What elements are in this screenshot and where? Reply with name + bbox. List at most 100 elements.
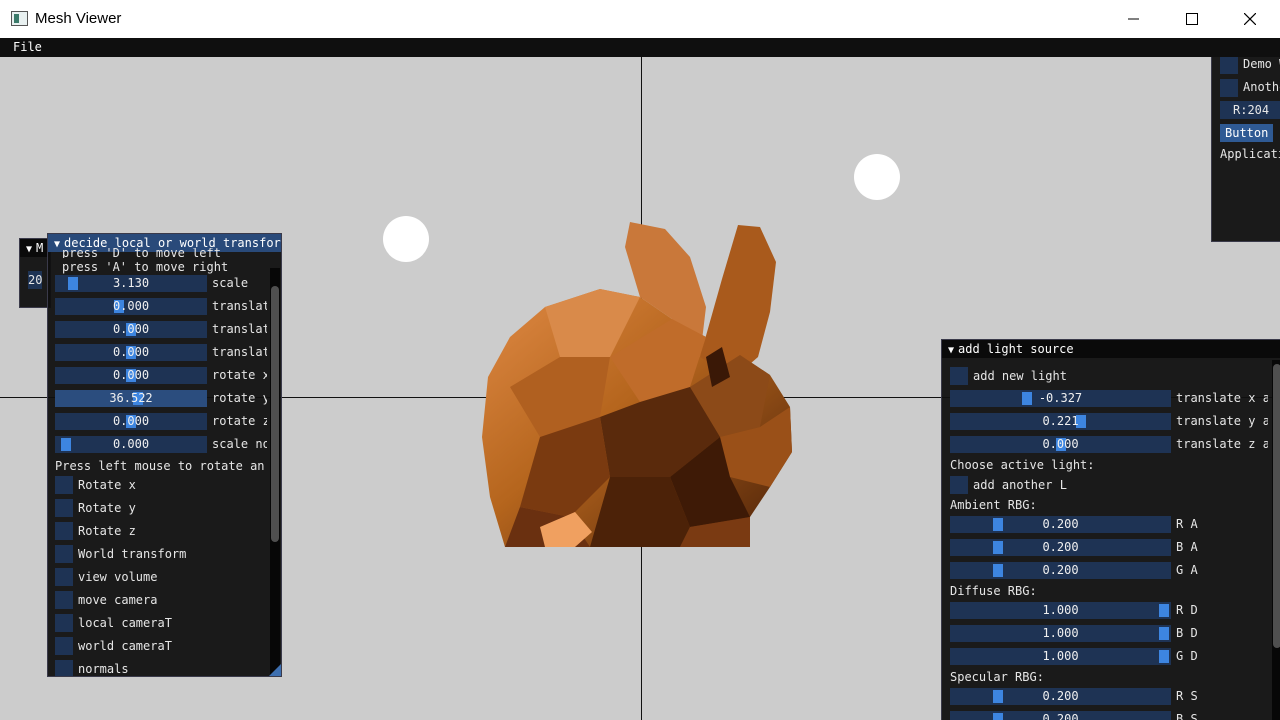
small-window-title: M — [36, 241, 44, 255]
light-panel[interactable]: ▼ add light source add new light -0.327 tr… — [941, 339, 1280, 720]
slider[interactable]: 0.000 — [55, 436, 207, 453]
slider[interactable]: 0.200 — [950, 562, 1171, 579]
slider-label: R S — [1176, 689, 1198, 703]
slider-value: 0.200 — [1042, 712, 1079, 720]
transform-scrollbar[interactable] — [270, 268, 280, 676]
close-icon — [1244, 13, 1256, 25]
slider-value: 0.000 — [112, 322, 150, 336]
specular-heading: Specular RBG: — [950, 670, 1044, 684]
collapse-arrow-icon[interactable]: ▼ — [54, 236, 60, 252]
checkbox[interactable] — [55, 660, 73, 676]
checkbox-label: view volume — [78, 570, 158, 584]
checkbox-label: Rotate y — [78, 501, 136, 515]
slider-value: 0.000 — [1042, 437, 1079, 451]
checkbox[interactable] — [55, 614, 73, 632]
checkbox[interactable] — [55, 476, 73, 494]
slider-value: 1.000 — [1042, 649, 1079, 663]
add-new-light-label: add new light — [973, 369, 1067, 383]
maximize-button[interactable] — [1163, 0, 1221, 38]
slider-value: 3.130 — [112, 276, 150, 290]
transform-panel[interactable]: ▼ decide local or world transform press '… — [47, 233, 282, 677]
slider-label: translate — [212, 299, 267, 313]
checkbox-label: local cameraT — [78, 616, 172, 630]
slider[interactable]: -0.327 — [950, 390, 1171, 407]
slider-label: B D — [1176, 626, 1198, 640]
another-window-checkbox[interactable] — [1220, 79, 1238, 97]
minimize-button[interactable] — [1105, 0, 1163, 38]
slider[interactable]: 3.130 — [55, 275, 207, 292]
slider-label: rotate y — [212, 391, 267, 405]
slider-value: 0.200 — [1042, 517, 1079, 531]
light-scrollbar[interactable] — [1272, 360, 1280, 720]
add-another-light-checkbox[interactable] — [950, 476, 968, 494]
slider[interactable]: 0.000 — [55, 367, 207, 384]
demo-window[interactable]: Demo Window Another Window R:204 Button … — [1211, 57, 1280, 242]
slider[interactable]: 0.221 — [950, 413, 1171, 430]
slider[interactable]: 1.000 — [950, 625, 1171, 642]
small-window-value[interactable]: 20 — [28, 271, 43, 289]
checkbox[interactable] — [55, 637, 73, 655]
application-text: Application — [1220, 147, 1280, 161]
maximize-icon — [1186, 13, 1198, 25]
slider-label: translate — [212, 345, 267, 359]
resize-grip[interactable] — [269, 664, 281, 676]
checkbox[interactable] — [55, 499, 73, 517]
checkbox[interactable] — [55, 568, 73, 586]
hint-move-right: press 'A' to move right — [62, 260, 229, 274]
slider[interactable]: 0.200 — [950, 539, 1171, 556]
slider[interactable]: 0.200 — [950, 516, 1171, 533]
transform-scroll-thumb[interactable] — [271, 286, 279, 542]
checkbox[interactable] — [55, 545, 73, 563]
slider[interactable]: 0.000 — [55, 344, 207, 361]
slider-value: 1.000 — [1042, 603, 1079, 617]
menu-bar: File — [0, 38, 1280, 57]
slider-value: 0.200 — [1042, 563, 1079, 577]
demo-button[interactable]: Button — [1220, 124, 1274, 142]
demo-window-checkbox[interactable] — [1220, 57, 1238, 74]
light-scroll-thumb[interactable] — [1273, 364, 1280, 648]
slider-label: rotate x — [212, 368, 267, 382]
collapse-arrow-icon[interactable]: ▼ — [26, 241, 32, 257]
slider-value: 0.000 — [112, 368, 150, 382]
minimize-icon — [1128, 18, 1139, 20]
hint-move-left: press 'D' to move left — [62, 248, 221, 258]
slider-value: 36.522 — [109, 391, 153, 405]
slider-label: translate y axis — [1176, 414, 1268, 428]
render-viewport[interactable]: ▼ M 20 ▼ decide local or world transform p… — [0, 57, 1280, 720]
slider-label: translate z axis — [1176, 437, 1268, 451]
slider-label: R A — [1176, 517, 1198, 531]
checkbox-label: world cameraT — [78, 639, 172, 653]
slider-value: 0.200 — [1042, 540, 1079, 554]
color-value[interactable]: R:204 — [1220, 101, 1280, 119]
slider[interactable]: 0.000 — [55, 413, 207, 430]
slider-label: translate x axis — [1176, 391, 1268, 405]
slider[interactable]: 0.200 — [950, 688, 1171, 705]
slider-value: 0.000 — [112, 437, 150, 451]
window-title: Mesh Viewer — [35, 10, 122, 27]
close-button[interactable] — [1221, 0, 1279, 38]
slider[interactable]: 1.000 — [950, 602, 1171, 619]
slider[interactable]: 0.200 — [950, 711, 1171, 720]
add-new-light-checkbox[interactable] — [950, 367, 968, 385]
slider-label: G D — [1176, 649, 1198, 663]
slider-label: rotate z — [212, 414, 267, 428]
slider[interactable]: 0.000 — [55, 298, 207, 315]
slider[interactable]: 0.000 — [55, 321, 207, 338]
slider-value: 1.000 — [1042, 626, 1079, 640]
slider-value: 0.221 — [1042, 414, 1079, 428]
small-window-header[interactable]: ▼ M — [20, 239, 50, 257]
collapse-arrow-icon[interactable]: ▼ — [948, 342, 954, 358]
slider-value: -0.327 — [1038, 391, 1083, 405]
slider[interactable]: 36.522 — [55, 390, 207, 407]
slider-label: B A — [1176, 540, 1198, 554]
demo-window-label: Demo Window — [1243, 57, 1280, 71]
light-panel-header[interactable]: ▼ add light source — [942, 340, 1280, 358]
slider[interactable]: 1.000 — [950, 648, 1171, 665]
light-panel-title: add light source — [958, 342, 1074, 356]
checkbox[interactable] — [55, 591, 73, 609]
checkbox[interactable] — [55, 522, 73, 540]
slider[interactable]: 0.000 — [950, 436, 1171, 453]
menu-file[interactable]: File — [13, 40, 42, 54]
checkbox-label: move camera — [78, 593, 158, 607]
checkbox-label: Rotate z — [78, 524, 136, 538]
